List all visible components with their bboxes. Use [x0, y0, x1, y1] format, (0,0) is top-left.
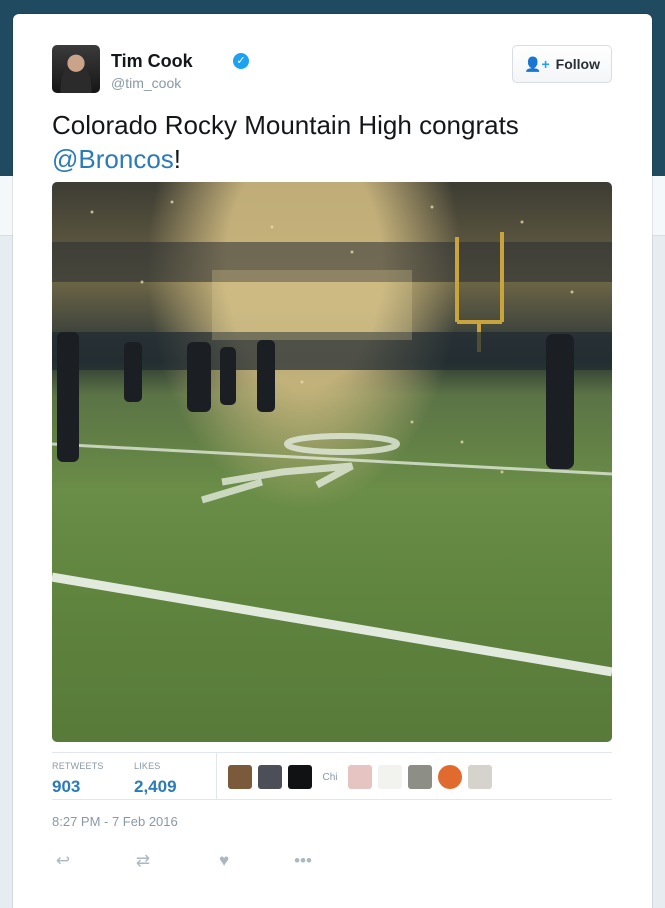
tweet-modal: Tim Cook ✓ @tim_cook 👤+ Follow Colorado …	[13, 14, 652, 908]
retweets-count: 903	[52, 777, 81, 796]
liker-avatar[interactable]: Chi	[318, 765, 342, 789]
liker-avatar[interactable]	[468, 765, 492, 789]
likes-count: 2,409	[134, 777, 177, 796]
liker-avatars: Chi	[228, 765, 492, 789]
tweet-photo[interactable]	[52, 182, 612, 742]
stadium-field-image	[52, 200, 612, 677]
user-handle[interactable]: @tim_cook	[111, 75, 181, 91]
stats-divider	[216, 753, 217, 800]
likes-stat[interactable]: LIKES 2,409	[134, 761, 177, 797]
user-name[interactable]: Tim Cook	[111, 51, 193, 72]
verified-badge-icon: ✓	[233, 53, 249, 69]
follow-button[interactable]: 👤+ Follow	[512, 45, 612, 83]
follow-button-label: Follow	[555, 56, 600, 72]
more-icon[interactable]: •••	[292, 850, 314, 872]
reply-icon[interactable]: ↩	[52, 850, 74, 872]
liker-avatar[interactable]	[228, 765, 252, 789]
avatar[interactable]	[52, 45, 100, 93]
liker-avatar[interactable]	[378, 765, 402, 789]
liker-avatar[interactable]	[258, 765, 282, 789]
liker-avatar[interactable]	[288, 765, 312, 789]
retweets-stat[interactable]: RETWEETS 903	[52, 761, 104, 797]
tweet-text: Colorado Rocky Mountain High congrats @B…	[52, 108, 622, 176]
retweet-icon[interactable]: ⇄	[132, 850, 154, 872]
tweet-stats: RETWEETS 903 LIKES 2,409 Chi	[52, 752, 612, 800]
like-icon[interactable]: ♥	[213, 850, 235, 872]
add-user-icon: 👤+	[524, 55, 550, 72]
liker-avatar[interactable]	[408, 765, 432, 789]
likes-label: LIKES	[134, 761, 161, 771]
liker-avatar[interactable]	[438, 765, 462, 789]
tweet-text-main: Colorado Rocky Mountain High congrats	[52, 110, 519, 140]
retweets-label: RETWEETS	[52, 761, 104, 771]
tweet-text-end: !	[173, 144, 182, 174]
tweet-timestamp[interactable]: 8:27 PM - 7 Feb 2016	[52, 814, 178, 829]
mention-link[interactable]: @Broncos	[52, 144, 174, 174]
liker-avatar[interactable]	[348, 765, 372, 789]
tweet-header: Tim Cook ✓ @tim_cook 👤+ Follow	[52, 45, 612, 97]
